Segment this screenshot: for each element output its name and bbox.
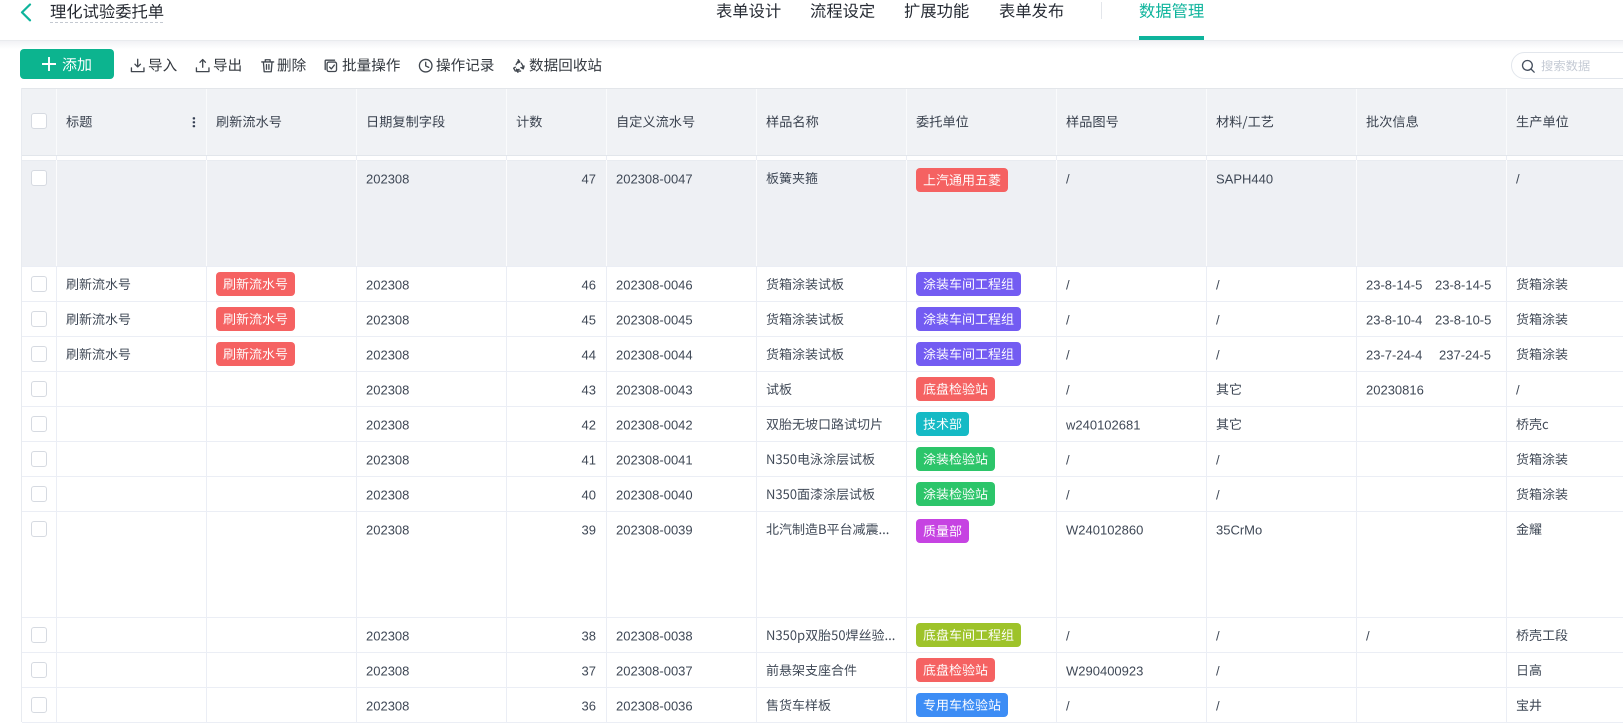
svg-text:202308-0040: 202308-0040 — [616, 487, 693, 502]
svg-text:W240102860: W240102860 — [1066, 522, 1143, 537]
svg-text:41: 41 — [582, 452, 596, 467]
svg-text:/: / — [1216, 487, 1220, 502]
svg-text:202308: 202308 — [366, 417, 409, 432]
svg-text:/: / — [1516, 171, 1520, 186]
svg-text:35CrMo: 35CrMo — [1216, 522, 1262, 537]
svg-text:/: / — [1216, 628, 1220, 643]
svg-text:/: / — [1066, 382, 1070, 397]
svg-text:202308-0042: 202308-0042 — [616, 417, 693, 432]
svg-text:202308: 202308 — [366, 277, 409, 292]
svg-text:202308-0043: 202308-0043 — [616, 382, 693, 397]
svg-text:/: / — [1366, 628, 1370, 643]
svg-text:/: / — [1216, 663, 1220, 678]
svg-text:/: / — [1216, 452, 1220, 467]
svg-text:23-8-14-5: 23-8-14-5 — [1435, 277, 1491, 292]
svg-text:/: / — [1216, 347, 1220, 362]
svg-text:202308: 202308 — [366, 522, 409, 537]
svg-text:202308-0039: 202308-0039 — [616, 522, 693, 537]
svg-text:/: / — [1516, 382, 1520, 397]
svg-text:/: / — [1216, 698, 1220, 713]
svg-text:/: / — [1066, 452, 1070, 467]
svg-text:/: / — [1066, 628, 1070, 643]
svg-text:202308: 202308 — [366, 663, 409, 678]
svg-text:202308-0038: 202308-0038 — [616, 628, 693, 643]
svg-text:202308-0037: 202308-0037 — [616, 663, 693, 678]
svg-text:38: 38 — [582, 628, 596, 643]
svg-text:w240102681: w240102681 — [1065, 417, 1140, 432]
svg-text:/: / — [1066, 698, 1070, 713]
svg-text:202308-0036: 202308-0036 — [616, 698, 693, 713]
svg-text:23-8-10-4: 23-8-10-4 — [1366, 312, 1422, 327]
svg-text:202308: 202308 — [366, 698, 409, 713]
svg-text:42: 42 — [582, 417, 596, 432]
svg-text:202308-0046: 202308-0046 — [616, 277, 693, 292]
svg-text:/: / — [1066, 487, 1070, 502]
svg-text:45: 45 — [582, 312, 596, 327]
svg-text:202308: 202308 — [366, 382, 409, 397]
svg-text:39: 39 — [582, 522, 596, 537]
svg-text:/: / — [1216, 312, 1220, 327]
svg-text:44: 44 — [582, 347, 596, 362]
svg-text:202308: 202308 — [366, 628, 409, 643]
svg-text:/: / — [1216, 277, 1220, 292]
svg-text:23-7-24-4: 23-7-24-4 — [1366, 347, 1422, 362]
svg-text:20230816: 20230816 — [1366, 382, 1424, 397]
svg-text:46: 46 — [582, 277, 596, 292]
svg-text:40: 40 — [582, 487, 596, 502]
svg-text:43: 43 — [582, 382, 596, 397]
svg-text:SAPH440: SAPH440 — [1216, 171, 1273, 186]
svg-text:237-24-5: 237-24-5 — [1439, 347, 1491, 362]
svg-text:202308-0047: 202308-0047 — [616, 171, 693, 186]
svg-text:23-8-10-5: 23-8-10-5 — [1435, 312, 1491, 327]
svg-text:37: 37 — [582, 663, 596, 678]
svg-text:/: / — [1066, 277, 1070, 292]
svg-text:/: / — [1066, 347, 1070, 362]
svg-text:47: 47 — [582, 171, 596, 186]
svg-text:202308: 202308 — [366, 312, 409, 327]
svg-text:36: 36 — [582, 698, 596, 713]
svg-text:23-8-14-5: 23-8-14-5 — [1366, 277, 1422, 292]
svg-text:202308: 202308 — [366, 487, 409, 502]
svg-text:202308: 202308 — [366, 347, 409, 362]
svg-text:202308-0044: 202308-0044 — [616, 347, 693, 362]
svg-text:202308: 202308 — [366, 171, 409, 186]
svg-text:202308-0045: 202308-0045 — [616, 312, 693, 327]
svg-text:W290400923: W290400923 — [1066, 663, 1143, 678]
svg-text:/: / — [1066, 171, 1070, 186]
svg-text:202308-0041: 202308-0041 — [616, 452, 693, 467]
svg-text:202308: 202308 — [366, 452, 409, 467]
svg-text:/: / — [1066, 312, 1070, 327]
